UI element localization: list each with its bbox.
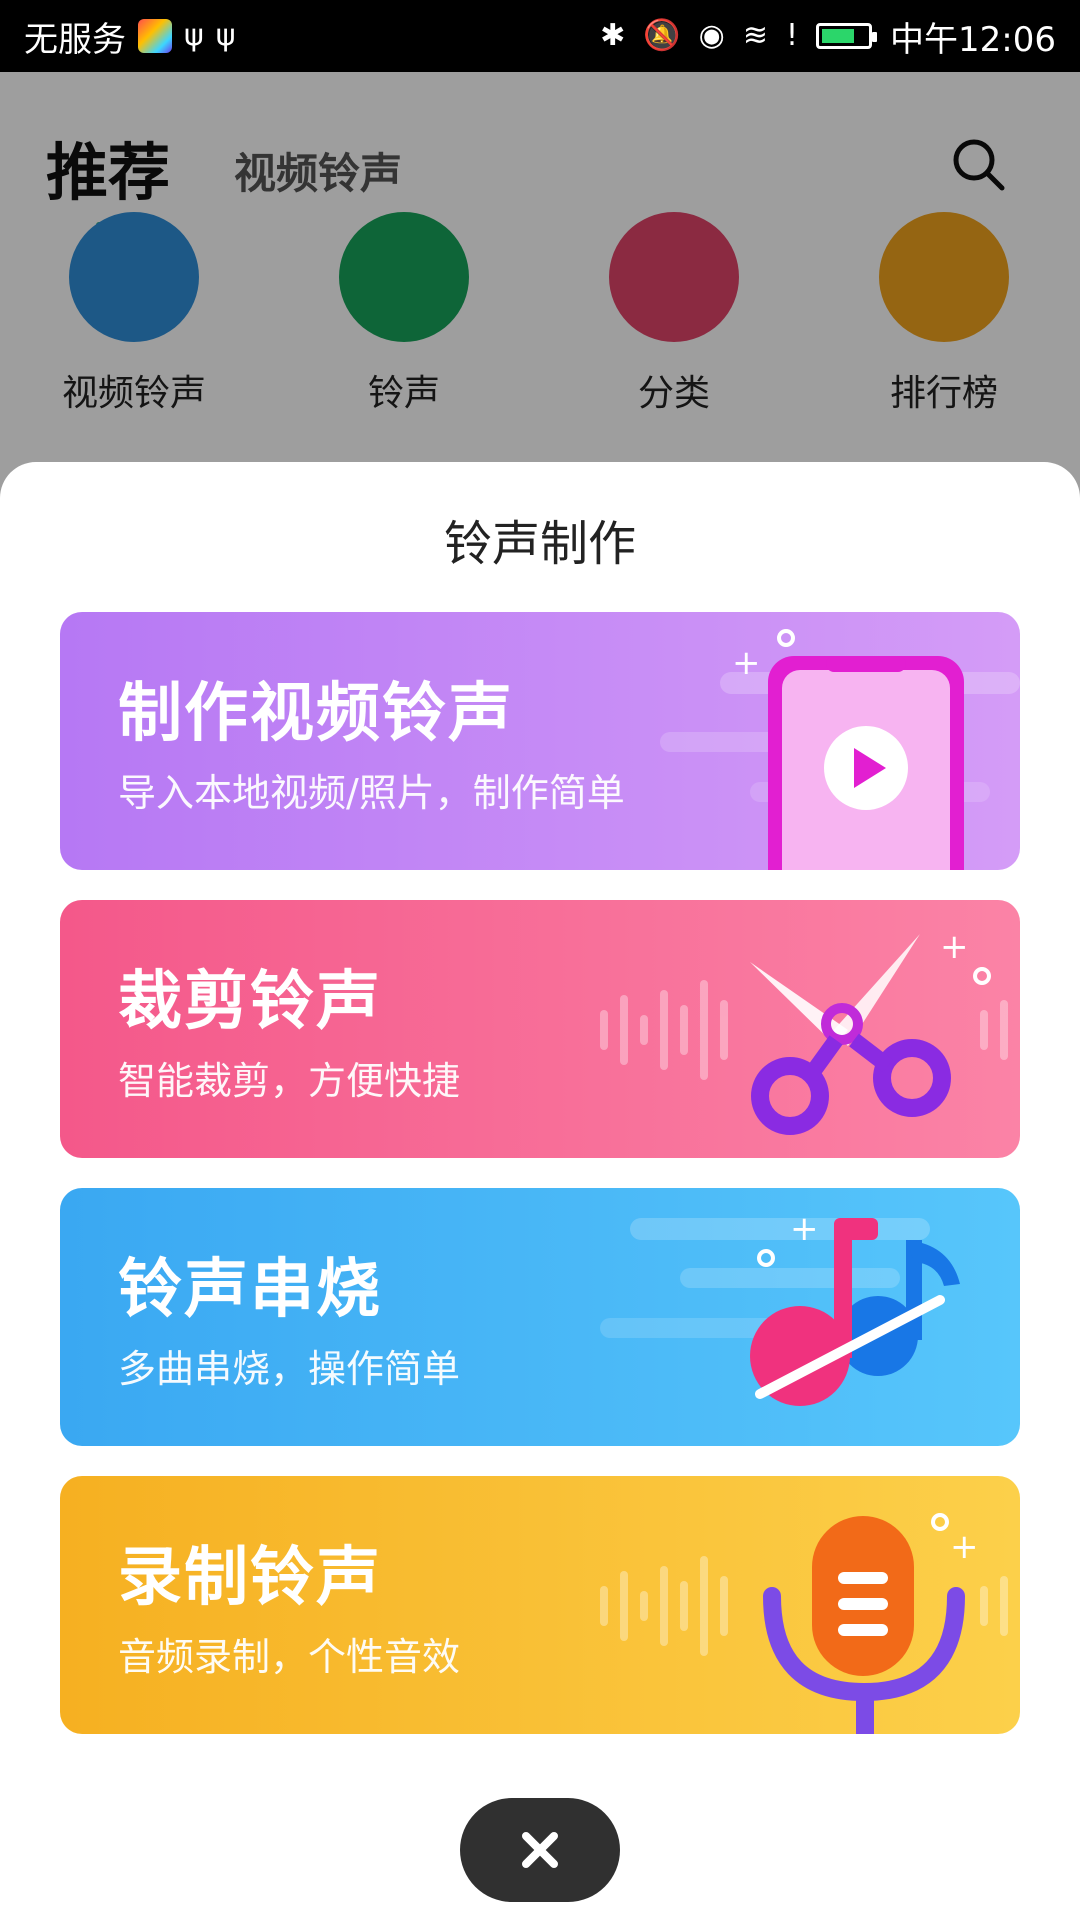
card-subtitle: 导入本地视频/照片，制作简单 — [118, 771, 625, 815]
status-right: ✱ 🔕 ◉ ≋ ! 中午12:06 — [600, 0, 1056, 72]
card-title: 制作视频铃声 — [118, 677, 514, 751]
card-subtitle: 智能裁剪，方便快捷 — [118, 1059, 461, 1103]
app-icon — [138, 19, 172, 53]
card-title: 铃声串烧 — [118, 1253, 382, 1327]
close-icon — [522, 1832, 558, 1868]
usb-icon: ψ — [215, 18, 236, 53]
svg-text:+: + — [940, 927, 969, 967]
phone-video-icon: + — [660, 629, 1020, 870]
eye-icon: ◉ — [698, 18, 725, 53]
ringtone-maker-sheet: 铃声制作 制作视频铃声 导入本地视频/照片，制作简单 + 裁剪铃声 智能裁剪，方… — [0, 462, 1080, 1920]
sheet-title: 铃声制作 — [443, 516, 636, 572]
alert-icon: ! — [785, 18, 799, 53]
battery-charging-icon — [816, 23, 878, 49]
close-button[interactable] — [460, 1798, 620, 1902]
svg-text:+: + — [732, 643, 761, 683]
bluetooth-icon: ✱ — [600, 18, 626, 53]
svg-text:+: + — [950, 1527, 979, 1567]
card-cut-ringtone[interactable]: 裁剪铃声 智能裁剪，方便快捷 + — [60, 900, 1020, 1158]
music-note-icon: + — [600, 1209, 960, 1406]
card-make-video-ringtone[interactable]: 制作视频铃声 导入本地视频/照片，制作简单 + — [60, 612, 1020, 870]
status-bar: 无服务 ψ ψ ✱ 🔕 ◉ ≋ ! 中午12:06 — [0, 0, 1080, 72]
card-subtitle: 音频录制，个性音效 — [118, 1635, 461, 1679]
clock: 中午12:06 — [890, 19, 1056, 60]
svg-text:+: + — [790, 1209, 819, 1249]
card-subtitle: 多曲串烧，操作简单 — [118, 1347, 461, 1391]
scissors-icon: + — [600, 927, 1008, 1135]
wifi-icon: ≋ — [742, 18, 768, 53]
card-record-ringtone[interactable]: 录制铃声 音频录制，个性音效 + — [60, 1476, 1020, 1734]
microphone-icon: + — [600, 1513, 1008, 1734]
usb-icon: ψ — [184, 18, 204, 53]
card-title: 裁剪铃声 — [118, 965, 382, 1039]
status-left: 无服务 ψ ψ — [24, 0, 236, 72]
mute-icon: 🔕 — [643, 18, 681, 53]
card-ringtone-medley[interactable]: 铃声串烧 多曲串烧，操作简单 + — [60, 1188, 1020, 1446]
card-title: 录制铃声 — [118, 1541, 382, 1615]
carrier-text: 无服务 — [24, 19, 126, 60]
